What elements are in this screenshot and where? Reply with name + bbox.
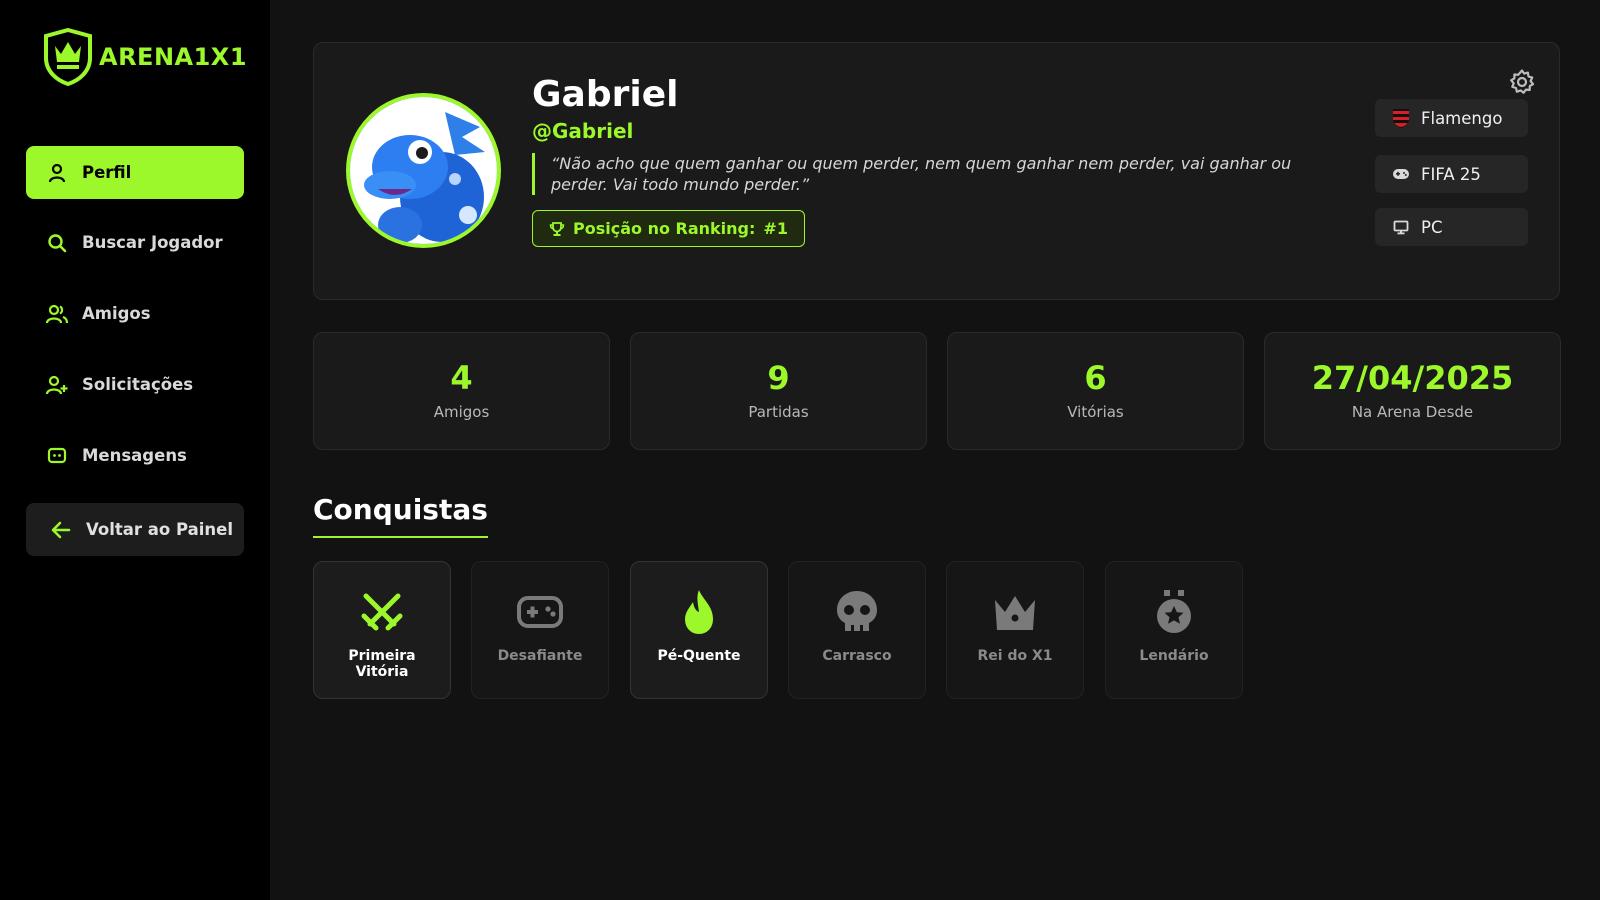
stat-value: 9 [767, 359, 790, 397]
achievement-label: Carrasco [822, 648, 892, 664]
user-icon [46, 162, 68, 184]
profile-name: Gabriel [532, 74, 679, 115]
medal-icon [1150, 588, 1198, 636]
ranking-value: #1 [763, 219, 788, 238]
settings-gear-icon[interactable] [1508, 68, 1536, 96]
shield-crown-icon [44, 28, 92, 86]
sidebar-item-label: Buscar Jogador [82, 233, 223, 252]
profile-handle: @Gabriel [532, 119, 634, 143]
crown-icon [991, 588, 1039, 636]
back-to-dashboard-button[interactable]: Voltar ao Painel [26, 503, 244, 556]
add-user-icon [46, 374, 68, 396]
ranking-label: Posição no Ranking: [573, 219, 756, 238]
stat-label: Na Arena Desde [1351, 403, 1474, 421]
achievement-rei-do-x1[interactable]: Rei do X1 [946, 561, 1084, 699]
monitor-icon [1391, 217, 1411, 237]
achievement-label: Lendário [1139, 648, 1209, 664]
avatar-dragon-image [350, 97, 497, 244]
sidebar-item-buscar-jogador[interactable]: Buscar Jogador [26, 216, 244, 269]
stat-card-vitorias: 6 Vitórias [947, 332, 1244, 450]
stat-value: 6 [1084, 359, 1107, 397]
stat-card-amigos: 4 Amigos [313, 332, 610, 450]
arrow-left-icon [50, 519, 72, 541]
friends-icon [46, 303, 68, 325]
trophy-icon [549, 221, 565, 237]
search-icon [46, 232, 68, 254]
sidebar-item-amigos[interactable]: Amigos [26, 287, 244, 340]
stat-card-na-arena-desde: 27/04/2025 Na Arena Desde [1264, 332, 1561, 450]
game-badge: FIFA 25 [1375, 155, 1528, 193]
gamepad-icon [516, 588, 564, 636]
achievement-label: Rei do X1 [977, 648, 1053, 664]
achievements-title: Conquistas [313, 493, 488, 538]
sidebar-item-mensagens[interactable]: Mensagens [26, 429, 244, 482]
achievement-lendario[interactable]: Lendário [1105, 561, 1243, 699]
achievement-carrasco[interactable]: Carrasco [788, 561, 926, 699]
crossed-swords-icon [358, 588, 406, 636]
sidebar-item-label: Mensagens [82, 446, 187, 465]
sidebar-item-solicitacoes[interactable]: Solicitações [26, 358, 244, 411]
stat-card-partidas: 9 Partidas [630, 332, 927, 450]
ranking-badge: Posição no Ranking: #1 [532, 210, 805, 247]
app-logo[interactable]: ARENA1X1 [43, 28, 247, 86]
achievement-label: Pé-Quente [657, 648, 741, 664]
stat-value: 4 [450, 359, 473, 397]
sidebar-item-label: Solicitações [82, 375, 194, 394]
back-button-label: Voltar ao Painel [86, 520, 234, 539]
achievement-label: Primeira Vitória [348, 648, 416, 680]
achievement-desafiante[interactable]: Desafiante [471, 561, 609, 699]
stat-value: 27/04/2025 [1311, 359, 1514, 397]
gamepad-icon [1391, 164, 1411, 184]
platform-name: PC [1421, 217, 1443, 237]
stat-label: Amigos [433, 403, 490, 421]
game-name: FIFA 25 [1421, 164, 1481, 184]
sidebar-item-label: Amigos [82, 304, 151, 323]
stat-label: Vitórias [1067, 403, 1124, 421]
team-badge: Flamengo [1375, 99, 1528, 137]
team-name: Flamengo [1421, 108, 1503, 128]
app-name: ARENA1X1 [99, 43, 248, 71]
achievement-label: Desafiante [497, 648, 583, 664]
achievement-pe-quente[interactable]: Pé-Quente [630, 561, 768, 699]
stat-label: Partidas [748, 403, 809, 421]
flame-icon [675, 588, 723, 636]
sidebar-item-label: Perfil [82, 163, 132, 182]
sidebar-item-perfil[interactable]: Perfil [26, 146, 244, 199]
skull-icon [833, 588, 881, 636]
profile-quote: “Não acho que quem ganhar ou quem perder… [532, 153, 1332, 195]
flamengo-crest-icon [1391, 108, 1411, 128]
platform-badge: PC [1375, 208, 1528, 246]
avatar[interactable] [346, 93, 501, 248]
message-icon [46, 445, 68, 467]
sidebar: ARENA1X1 Perfil Buscar Jogador Amigos So… [0, 0, 270, 900]
achievement-primeira-vitoria[interactable]: Primeira Vitória [313, 561, 451, 699]
